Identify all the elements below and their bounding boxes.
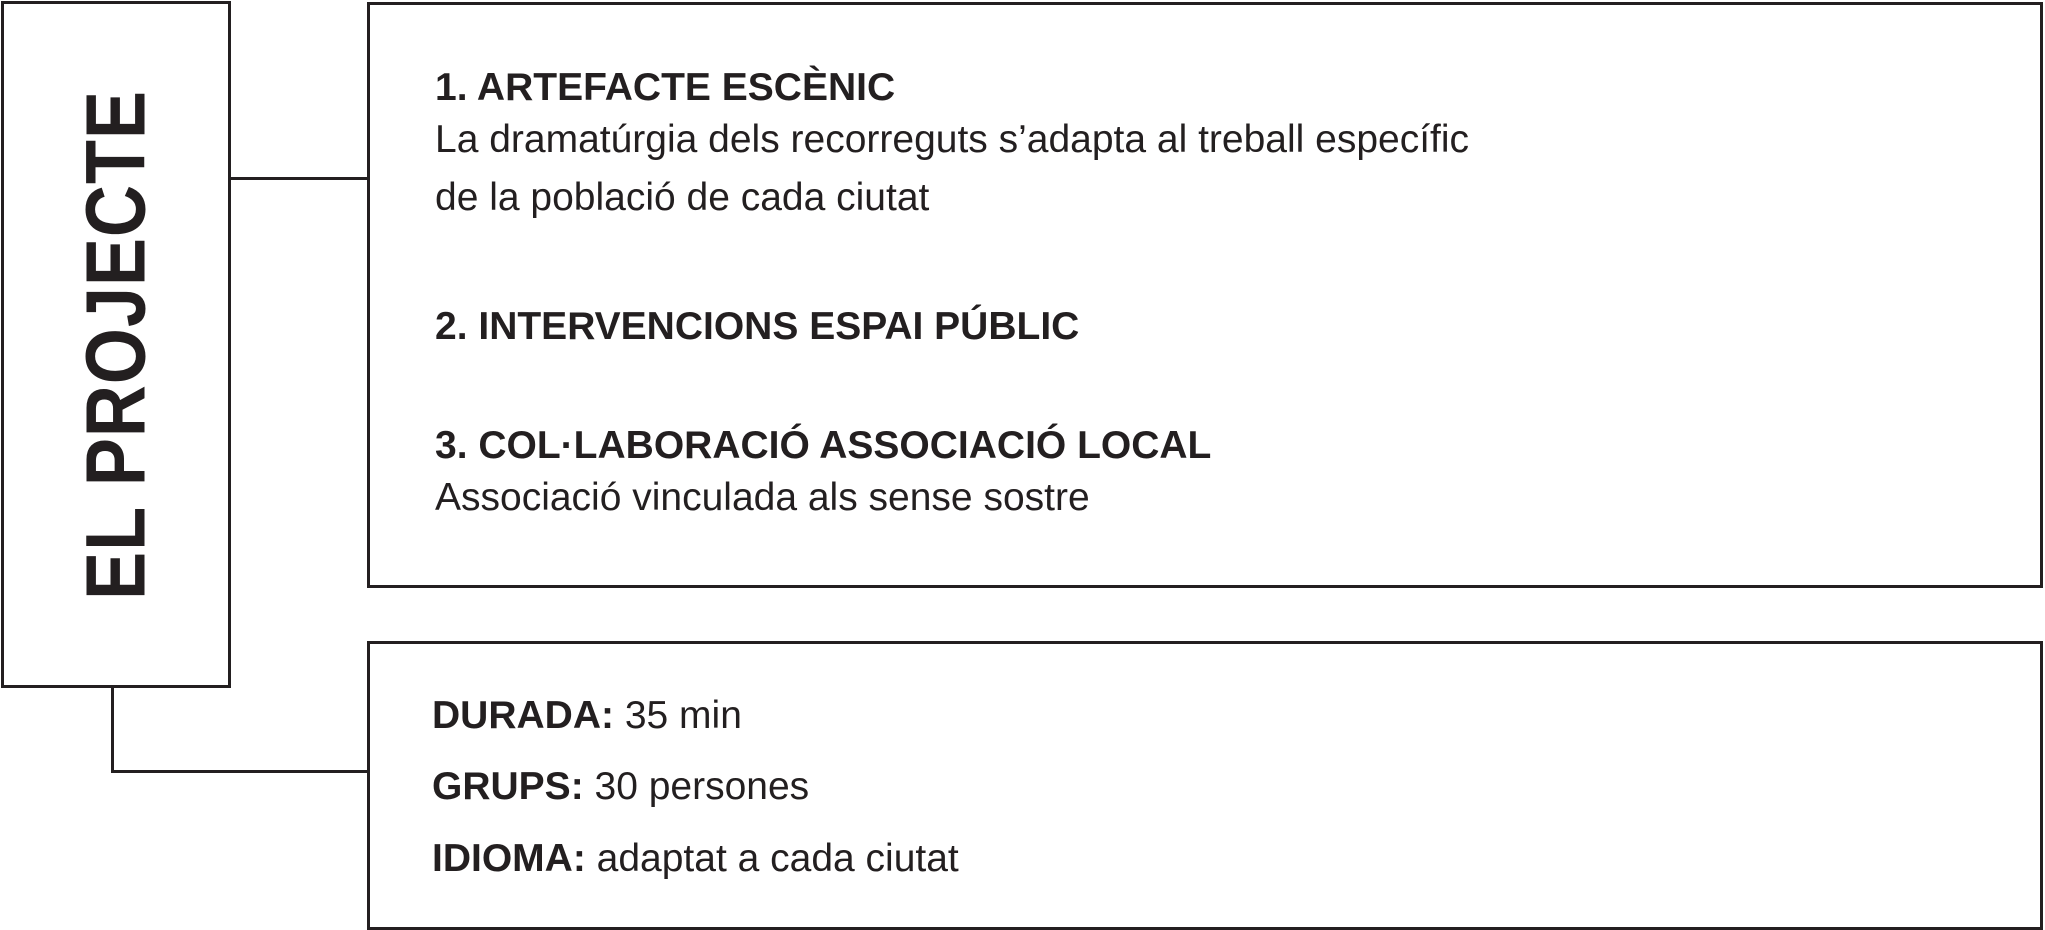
connector-title-to-items — [231, 177, 367, 180]
component-heading: 3. COL·LABORACIÓ ASSOCIACIÓ LOCAL — [435, 424, 1212, 467]
component-heading: 1. ARTEFACTE ESCÈNIC — [435, 66, 896, 109]
component-description-line: de la població de cada ciutat — [435, 176, 930, 219]
detail-label: DURADA: — [432, 694, 614, 737]
component-description-line: La dramatúrgia dels recorreguts s’adapta… — [435, 118, 1470, 161]
detail-label: GRUPS: — [432, 765, 584, 808]
connector-title-to-details-horizontal — [111, 770, 367, 773]
component-item-artefacte-escenic: 1. ARTEFACTE ESCÈNIC La dramatúrgia dels… — [435, 66, 1469, 228]
component-item-colaboracio-associacio-local: 3. COL·LABORACIÓ ASSOCIACIÓ LOCAL Associ… — [435, 424, 1211, 528]
component-item-intervencions-espai-public: 2. INTERVENCIONS ESPAI PÚBLIC — [435, 305, 1079, 349]
detail-label: IDIOMA: — [432, 837, 586, 880]
detail-value: adaptat a cada ciutat — [596, 837, 959, 880]
project-title: EL PROJECTE — [68, 89, 163, 600]
connector-title-to-details-vertical — [111, 688, 114, 773]
component-heading: 2. INTERVENCIONS ESPAI PÚBLIC — [435, 305, 1080, 348]
detail-value: 30 persones — [594, 765, 810, 808]
detail-idioma: IDIOMA: adaptat a cada ciutat — [432, 837, 959, 881]
detail-grups: GRUPS: 30 persones — [432, 765, 809, 809]
component-description-line: Associació vinculada als sense sostre — [435, 476, 1090, 519]
title-box: EL PROJECTE — [1, 1, 231, 688]
detail-value: 35 min — [624, 694, 742, 737]
detail-durada: DURADA: 35 min — [432, 694, 742, 738]
